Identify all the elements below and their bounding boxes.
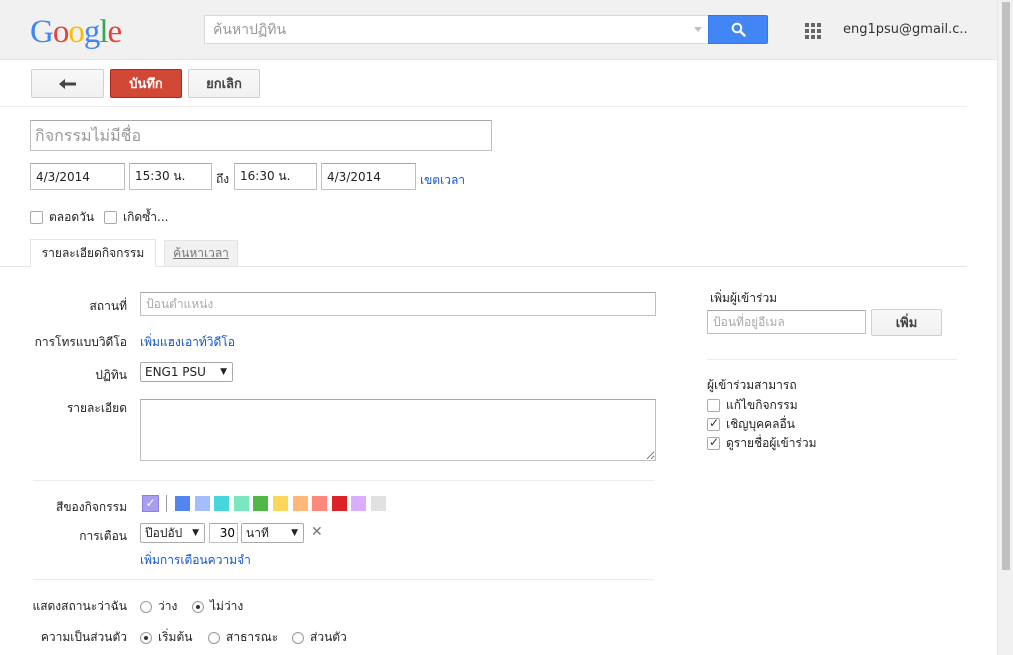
privacy-private-option[interactable]: ส่วนตัว: [292, 628, 347, 647]
start-time-input[interactable]: [129, 163, 212, 190]
search-options-chevron-icon[interactable]: [694, 27, 702, 32]
cancel-button[interactable]: ยกเลิก: [188, 69, 260, 98]
busy-radio[interactable]: [192, 600, 204, 613]
invite-others-label: เชิญบุคคลอื่น: [726, 417, 795, 431]
start-date-input[interactable]: [30, 163, 125, 190]
default-label: เริ่มต้น: [158, 630, 193, 644]
divider: [33, 579, 654, 580]
show-me-as-available-option[interactable]: ว่าง: [140, 597, 177, 616]
modify-event-checkbox[interactable]: [707, 399, 720, 412]
color-swatch[interactable]: [292, 496, 308, 511]
busy-label: ไม่ว่าง: [210, 599, 244, 613]
location-input[interactable]: [140, 292, 656, 316]
selected-color-swatch[interactable]: ✓: [142, 495, 159, 512]
scrollbar[interactable]: [997, 0, 1013, 655]
reminder-amount-input[interactable]: [209, 523, 238, 543]
color-swatch[interactable]: [253, 496, 269, 511]
color-swatch[interactable]: [214, 496, 230, 511]
privacy-default-option[interactable]: เริ่มต้น: [140, 628, 192, 647]
public-radio[interactable]: [208, 631, 220, 644]
all-day-checkbox[interactable]: [30, 211, 43, 224]
private-label: ส่วนตัว: [310, 630, 347, 644]
color-swatch[interactable]: [312, 496, 328, 511]
permission-invite-others[interactable]: เชิญบุคคลอื่น: [707, 415, 795, 434]
apps-grid-icon[interactable]: [805, 23, 821, 39]
available-radio[interactable]: [140, 600, 152, 613]
color-swatch[interactable]: [273, 496, 288, 511]
public-label: สาธารณะ: [226, 630, 279, 644]
add-reminder-link[interactable]: เพิ่มการเตือนความจำ: [140, 551, 251, 570]
modify-event-label: แก้ไขกิจกรรม: [726, 398, 798, 412]
description-textarea[interactable]: [140, 399, 656, 461]
add-guests-title: เพิ่มผู้เข้าร่วม: [710, 291, 778, 305]
top-bar: Google eng1psu@gmail.c...: [0, 0, 997, 60]
color-swatch[interactable]: [194, 496, 210, 511]
color-swatch[interactable]: [371, 496, 386, 511]
swatch-separator: [166, 495, 167, 512]
google-logo[interactable]: Google: [30, 14, 122, 50]
repeat-label: เกิดซ้ำ...: [123, 210, 169, 224]
search-button[interactable]: [708, 15, 768, 44]
end-time-input[interactable]: [234, 163, 317, 190]
see-guest-list-checkbox[interactable]: [707, 435, 720, 450]
reminder-unit-value: นาที: [246, 525, 269, 540]
repeat-checkbox[interactable]: [104, 211, 117, 224]
add-hangout-link[interactable]: เพิ่มแฮงเอาท์วิดีโอ: [140, 333, 235, 352]
guest-email-input[interactable]: [707, 310, 866, 334]
tab-event-details[interactable]: รายละเอียดกิจกรรม: [30, 239, 156, 267]
permission-see-guest-list[interactable]: ดูรายชื่อผู้เข้าร่วม: [707, 434, 817, 453]
invite-others-checkbox[interactable]: [707, 416, 720, 431]
divider: [707, 359, 957, 360]
color-swatch[interactable]: [233, 496, 249, 511]
account-email[interactable]: eng1psu@gmail.c...: [843, 22, 968, 37]
end-date-input[interactable]: [321, 163, 416, 190]
color-swatch[interactable]: [351, 496, 367, 511]
calendar-select-value: ENG1 PSU: [145, 365, 206, 379]
remove-reminder-close-icon[interactable]: ✕: [311, 524, 323, 540]
guests-can-title: ผู้เข้าร่วมสามารถ: [707, 378, 797, 392]
save-button[interactable]: บันทึก: [110, 69, 182, 98]
to-label: ถึง: [216, 172, 230, 186]
event-color-label: สีของกิจกรรม: [56, 500, 127, 514]
chevron-down-icon: ▼: [220, 367, 227, 377]
privacy-label: ความเป็นส่วนตัว: [40, 630, 127, 644]
color-swatch[interactable]: [175, 496, 190, 511]
default-radio[interactable]: [140, 631, 152, 644]
chevron-down-icon: ▼: [192, 528, 199, 538]
page: Google eng1psu@gmail.c... บันทึก ยกเลิก …: [0, 0, 1013, 655]
reminder-type-value: ป๊อปอัป: [145, 525, 183, 540]
repeat-option[interactable]: เกิดซ้ำ...: [104, 208, 169, 227]
search-icon: [731, 22, 746, 37]
all-day-option[interactable]: ตลอดวัน: [30, 208, 94, 227]
divider: [33, 480, 654, 481]
private-radio[interactable]: [292, 631, 304, 644]
tab-find-a-time[interactable]: ค้นหาเวลา: [164, 240, 238, 267]
calendar-label: ปฏิทิน: [95, 368, 127, 382]
scrollbar-thumb[interactable]: [1002, 2, 1010, 570]
video-call-label: การโทรแบบวิดีโอ: [34, 335, 127, 349]
available-label: ว่าง: [158, 599, 178, 613]
search-input[interactable]: [205, 16, 675, 43]
chevron-down-icon: ▼: [291, 528, 298, 538]
reminder-unit-select[interactable]: นาที ▼: [241, 523, 304, 543]
divider: [0, 106, 967, 107]
all-day-label: ตลอดวัน: [49, 210, 95, 224]
calendar-select[interactable]: ENG1 PSU ▼: [140, 362, 233, 382]
reminder-type-select[interactable]: ป๊อปอัป ▼: [140, 523, 205, 543]
see-guest-list-label: ดูรายชื่อผู้เข้าร่วม: [726, 436, 817, 450]
search-box: [204, 15, 708, 44]
show-me-as-busy-option[interactable]: ไม่ว่าง: [192, 597, 243, 616]
color-swatch[interactable]: [331, 496, 347, 511]
timezone-link[interactable]: เขตเวลา: [420, 171, 465, 190]
privacy-public-option[interactable]: สาธารณะ: [208, 628, 278, 647]
reminder-label: การเตือน: [79, 529, 127, 543]
event-title-input[interactable]: [30, 120, 492, 151]
back-button[interactable]: [31, 69, 104, 98]
add-guest-button[interactable]: เพิ่ม: [871, 309, 942, 336]
show-me-as-label: แสดงสถานะว่าฉัน: [32, 599, 127, 613]
back-arrow-icon: [58, 78, 76, 89]
permission-modify-event[interactable]: แก้ไขกิจกรรม: [707, 396, 798, 415]
description-label: รายละเอียด: [66, 401, 127, 415]
location-label: สถานที่: [89, 299, 127, 313]
